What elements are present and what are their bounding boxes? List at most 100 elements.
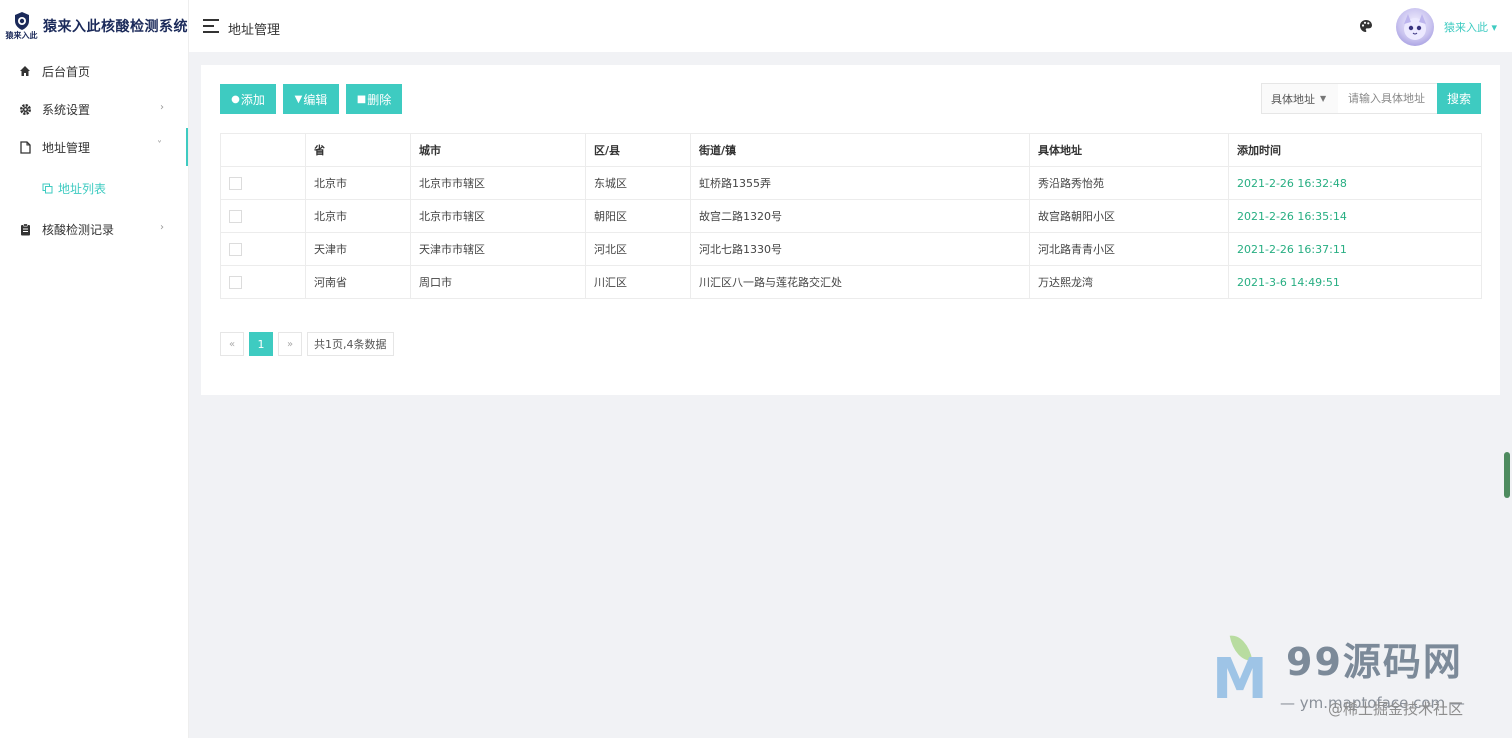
cell-street: 川汇区八一路与莲花路交汇处	[690, 265, 1030, 299]
sidebar-menu: 后台首页 系统设置 › 地址管理 ˅ 地址列表 核酸检测记录 ›	[0, 52, 188, 248]
add-button-label: 添加	[240, 92, 265, 107]
cell-city: 北京市市辖区	[410, 166, 586, 200]
row-select-cell	[220, 166, 306, 200]
eraser-icon: ■	[356, 93, 367, 105]
top-header: 地址管理 猿来入此 ▾	[189, 0, 1512, 52]
cell-province: 河南省	[305, 265, 411, 299]
row-select-cell	[220, 265, 306, 299]
address-table: 省 城市 区/县 街道/镇 具体地址 添加时间 北京市 北京市市辖区 东城区 虹…	[220, 133, 1482, 299]
cell-address: 故宫路朝阳小区	[1029, 199, 1229, 233]
col-address: 具体地址	[1029, 133, 1229, 167]
cell-province: 北京市	[305, 166, 411, 200]
table-header-row: 省 城市 区/县 街道/镇 具体地址 添加时间	[220, 133, 1482, 167]
pagination: « 1 » 共1页,4条数据	[220, 332, 399, 356]
cell-district: 东城区	[585, 166, 691, 200]
cell-street: 虹桥路1355弄	[690, 166, 1030, 200]
sidebar-item-address[interactable]: 地址管理 ˅	[0, 128, 188, 166]
cell-time: 2021-2-26 16:35:14	[1228, 199, 1482, 233]
logo-mark: 猿来入此	[4, 6, 39, 46]
page-scrollbar[interactable]	[1504, 452, 1510, 498]
col-time: 添加时间	[1228, 133, 1482, 167]
cell-time: 2021-2-26 16:32:48	[1228, 166, 1482, 200]
delete-button[interactable]: ■ 删除	[346, 84, 402, 114]
sidebar-item-label: 系统设置	[42, 102, 91, 117]
logo-mark-text: 猿来入此	[5, 31, 38, 40]
cell-district: 朝阳区	[585, 199, 691, 233]
gear-icon	[18, 102, 32, 116]
row-checkbox[interactable]	[229, 242, 242, 256]
avatar-image-icon	[1404, 14, 1426, 40]
cell-address: 河北路青青小区	[1029, 232, 1229, 266]
row-checkbox[interactable]	[229, 275, 242, 289]
search-input[interactable]	[1338, 83, 1438, 114]
chevron-down-icon: ˅	[157, 140, 162, 151]
cell-city: 天津市市辖区	[410, 232, 586, 266]
row-select-cell	[220, 232, 306, 266]
cell-district: 川汇区	[585, 265, 691, 299]
avatar[interactable]	[1396, 8, 1434, 46]
pagination-prev[interactable]: «	[220, 332, 244, 356]
sidebar-subitem-address-list[interactable]: 地址列表	[0, 166, 188, 210]
chevron-right-icon: ›	[160, 222, 164, 233]
search-field-value: 具体地址	[1271, 92, 1315, 106]
pagination-info: 共1页,4条数据	[307, 332, 394, 356]
cell-province: 北京市	[305, 199, 411, 233]
col-district: 区/县	[585, 133, 691, 167]
sidebar-item-settings[interactable]: 系统设置 ›	[0, 90, 188, 128]
tag-icon: ●	[231, 93, 240, 105]
caret-down-icon: ▼	[1320, 94, 1327, 103]
row-checkbox[interactable]	[229, 209, 242, 223]
watermark-credit: @稀土掘金技术社区	[1328, 700, 1464, 718]
sidebar-subitem-label: 地址列表	[58, 181, 107, 196]
cell-district: 河北区	[585, 232, 691, 266]
logo-area[interactable]: 猿来入此 猿来入此核酸检测系统	[0, 0, 188, 52]
sidebar: 猿来入此 猿来入此核酸检测系统 后台首页 系统设置 › 地址管理 ˅ 地址列表 …	[0, 0, 189, 738]
cell-time: 2021-2-26 16:37:11	[1228, 232, 1482, 266]
col-city: 城市	[410, 133, 586, 167]
cell-address: 秀沿路秀怡苑	[1029, 166, 1229, 200]
delete-button-label: 删除	[367, 92, 392, 107]
cell-address: 万达熙龙湾	[1029, 265, 1229, 299]
search-button[interactable]: 搜索	[1437, 83, 1481, 114]
edit-button[interactable]: ▼ 编辑	[283, 84, 339, 114]
cell-street: 河北七路1330号	[690, 232, 1030, 266]
cell-city: 北京市市辖区	[410, 199, 586, 233]
table-row[interactable]: 北京市 北京市市辖区 朝阳区 故宫二路1320号 故宫路朝阳小区 2021-2-…	[220, 199, 1482, 233]
clipboard-icon	[18, 222, 32, 236]
watermark-title: 99源码网	[1286, 640, 1463, 684]
search-field-select[interactable]: 具体地址 ▼	[1261, 83, 1339, 114]
copy-icon	[42, 182, 54, 194]
wrench-icon: ▼	[294, 93, 303, 105]
edit-button-label: 编辑	[303, 92, 328, 107]
col-street: 街道/镇	[690, 133, 1030, 167]
col-select	[220, 133, 306, 167]
sidebar-item-label: 后台首页	[42, 64, 91, 79]
sidebar-item-label: 核酸检测记录	[42, 222, 115, 237]
table-row[interactable]: 北京市 北京市市辖区 东城区 虹桥路1355弄 秀沿路秀怡苑 2021-2-26…	[220, 166, 1482, 200]
address-list-card: ●添加 ▼编辑 ■删除 具体地址 ▼ 搜索 省 城市 区/县 街道/镇 具体地址…	[201, 65, 1500, 395]
add-button[interactable]: ● 添加	[220, 84, 276, 114]
table-row[interactable]: 天津市 天津市市辖区 河北区 河北七路1330号 河北路青青小区 2021-2-…	[220, 232, 1482, 266]
menu-toggle-icon[interactable]	[203, 19, 219, 33]
cell-city: 周口市	[410, 265, 586, 299]
shield-logo-icon	[14, 12, 29, 30]
watermark-logo-letter: M	[1212, 647, 1268, 712]
row-select-cell	[220, 199, 306, 233]
sidebar-item-label: 地址管理	[42, 140, 91, 155]
app-title: 猿来入此核酸检测系统	[43, 19, 188, 35]
table-row[interactable]: 河南省 周口市 川汇区 川汇区八一路与莲花路交汇处 万达熙龙湾 2021-3-6…	[220, 265, 1482, 299]
pagination-next[interactable]: »	[278, 332, 302, 356]
row-checkbox[interactable]	[229, 176, 242, 190]
cell-time: 2021-3-6 14:49:51	[1228, 265, 1482, 299]
sidebar-item-home[interactable]: 后台首页	[0, 52, 188, 90]
pagination-page-1[interactable]: 1	[249, 332, 273, 356]
cell-street: 故宫二路1320号	[690, 199, 1030, 233]
cell-province: 天津市	[305, 232, 411, 266]
file-icon	[18, 140, 32, 154]
user-menu[interactable]: 猿来入此 ▾	[1444, 19, 1497, 35]
palette-icon[interactable]	[1359, 19, 1373, 33]
col-province: 省	[305, 133, 411, 167]
home-icon	[18, 64, 32, 78]
page-title: 地址管理	[228, 23, 281, 38]
sidebar-item-test-records[interactable]: 核酸检测记录 ›	[0, 210, 188, 248]
